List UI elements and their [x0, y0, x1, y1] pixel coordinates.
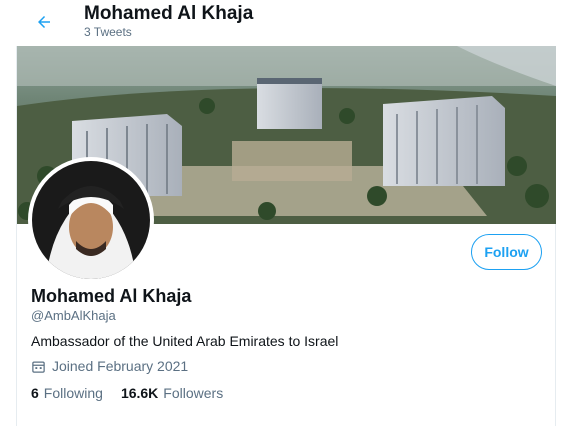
following-link[interactable]: 6 Following	[31, 385, 103, 401]
profile-handle: @AmbAlKhaja	[31, 308, 116, 323]
following-label: Following	[43, 385, 103, 401]
back-button[interactable]	[30, 8, 58, 36]
avatar[interactable]	[28, 157, 154, 283]
header-title: Mohamed Al Khaja	[84, 3, 254, 24]
joined-date: Joined February 2021	[31, 358, 188, 374]
avatar-image	[32, 161, 150, 279]
tweet-count: 3 Tweets	[84, 25, 132, 39]
follow-stats: 6 Following 16.6K Followers	[31, 385, 223, 401]
profile-header: Mohamed Al Khaja 3 Tweets	[0, 0, 576, 46]
profile-bio: Ambassador of the United Arab Emirates t…	[31, 333, 339, 349]
followers-label: Followers	[163, 385, 224, 401]
calendar-icon	[31, 359, 46, 374]
followers-link[interactable]: 16.6K Followers	[121, 385, 223, 401]
follow-button[interactable]: Follow	[471, 234, 542, 270]
following-count: 6	[31, 385, 39, 401]
profile-name: Mohamed Al Khaja	[31, 286, 192, 306]
followers-count: 16.6K	[120, 385, 159, 401]
joined-text: Joined February 2021	[52, 358, 189, 374]
arrow-left-icon	[38, 16, 50, 28]
